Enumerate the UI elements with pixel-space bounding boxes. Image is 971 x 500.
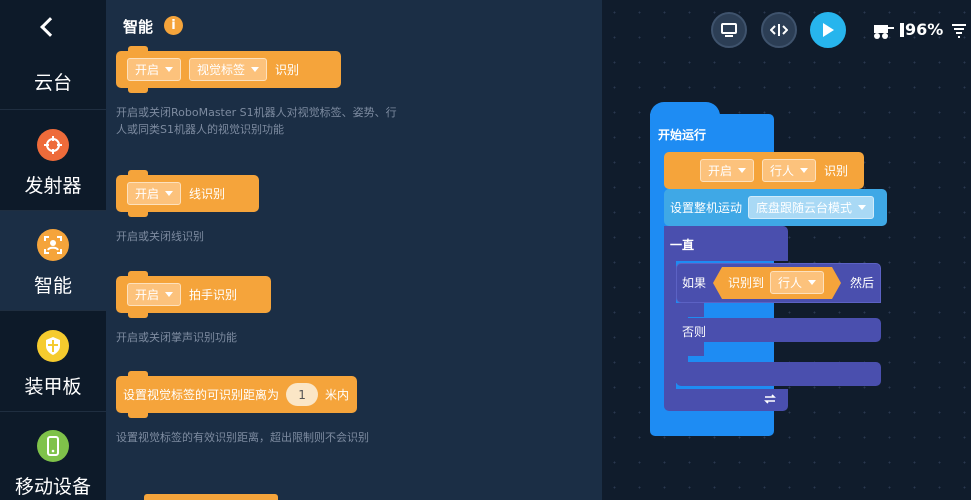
chassis-row: 设置整机运动 底盘跟随云台模式	[670, 196, 882, 219]
chassis-label: 设置整机运动	[670, 201, 743, 215]
block-description: 开启或关闭RoboMaster S1机器人对视觉标签、姿势、行人或同类S1机器人…	[116, 106, 397, 136]
block-description: 开启或关闭线识别	[116, 230, 204, 243]
repeat-icon	[764, 394, 776, 404]
monitor-button[interactable]	[711, 12, 747, 48]
sidebar-item-smart[interactable]: 智能	[0, 211, 106, 311]
sidebar-item-label: 装甲板	[24, 376, 82, 398]
toggle-dropdown[interactable]: 开启	[127, 182, 182, 205]
block-description: 开启或关闭掌声识别功能	[116, 331, 237, 344]
toggle-dropdown[interactable]: 开启	[127, 283, 182, 306]
code-workspace[interactable]: 96% 开始运行 开启 行人 识别 设置整机运动 底盘跟随云台模式 一直 如果 …	[602, 0, 971, 500]
vision-target-dropdown[interactable]: 行人	[762, 159, 817, 182]
info-icon[interactable]: i	[164, 16, 183, 35]
next-block-peek[interactable]	[144, 494, 278, 500]
block-suffix: 米内	[325, 388, 350, 402]
sidebar-item-mobile-device[interactable]: 移动设备	[0, 412, 106, 500]
vision-type-dropdown[interactable]: 视觉标签	[189, 58, 268, 81]
dropdown-arrow-icon	[165, 191, 174, 196]
chassis-mode-dropdown[interactable]: 底盘跟随云台模式	[748, 196, 875, 219]
dropdown-arrow-icon	[165, 292, 174, 297]
run-button[interactable]	[810, 12, 846, 48]
else-section	[676, 318, 881, 342]
monitor-icon	[721, 23, 737, 37]
code-toggle-icon	[770, 24, 788, 36]
line-recognition-block[interactable]: 开启 线识别	[116, 170, 259, 217]
block-palette: 智能 i 开启 视觉标签 识别 开启或关闭RoboMaster S1机器人对视觉…	[106, 0, 602, 500]
mobile-device-icon	[37, 430, 69, 462]
start-program-label: 开始运行	[658, 128, 707, 142]
play-icon	[823, 23, 834, 37]
clap-recognition-block[interactable]: 开启 拍手识别	[116, 271, 271, 318]
code-view-button[interactable]	[761, 12, 797, 48]
category-sidebar: 云台 发射器 智能 装甲板 移动设备	[0, 0, 106, 500]
condition-label: 识别到	[728, 276, 765, 290]
block-suffix: 线识别	[189, 187, 226, 201]
block-prefix: 设置视觉标签的可识别距离为	[123, 388, 280, 402]
chevron-left-icon	[40, 17, 60, 37]
palette-title: 智能	[123, 18, 154, 36]
sidebar-item-label: 移动设备	[14, 476, 91, 498]
dropdown-arrow-icon	[738, 168, 747, 173]
vision-scan-icon	[37, 229, 69, 261]
back-category-label: 云台	[33, 72, 72, 94]
if-label: 如果	[682, 276, 707, 290]
distance-value-input[interactable]: 1	[286, 383, 319, 406]
condition-row: 识别到 行人	[728, 271, 832, 294]
back-button[interactable]: 云台	[0, 0, 106, 110]
if-branch-slot	[688, 303, 704, 317]
block-suffix: 识别	[275, 63, 300, 77]
else-label: 否则	[682, 325, 707, 339]
sidebar-item-label: 智能	[33, 275, 72, 297]
dropdown-arrow-icon	[165, 67, 174, 72]
block-suffix: 识别	[824, 164, 849, 178]
vision-row: 开启 行人 识别	[700, 159, 848, 182]
battery-level-icon	[900, 23, 904, 37]
sidebar-item-armor[interactable]: 装甲板	[0, 312, 106, 412]
wifi-icon	[952, 24, 966, 38]
sidebar-item-label: 发射器	[24, 175, 82, 197]
forever-loop-arm	[664, 261, 676, 389]
block-description: 设置视觉标签的有效识别距离，超出限制则不会识别	[116, 431, 369, 444]
dropdown-arrow-icon	[858, 205, 867, 210]
vision-distance-block[interactable]: 设置视觉标签的可识别距离为 1 米内	[116, 371, 357, 418]
vision-recognition-block[interactable]: 开启 视觉标签 识别	[116, 46, 341, 93]
then-label: 然后	[850, 276, 875, 290]
forever-label: 一直	[670, 238, 695, 252]
if-else-footer	[676, 362, 881, 386]
dropdown-arrow-icon	[251, 67, 260, 72]
dropdown-arrow-icon	[808, 280, 817, 285]
dropdown-arrow-icon	[800, 168, 809, 173]
armor-shield-icon	[37, 330, 69, 362]
block-suffix: 拍手识别	[189, 288, 238, 302]
crosshair-icon	[37, 129, 69, 161]
robot-status-icon	[874, 25, 894, 39]
condition-target-dropdown[interactable]: 行人	[770, 271, 825, 294]
toggle-dropdown[interactable]: 开启	[127, 58, 182, 81]
sidebar-item-blaster[interactable]: 发射器	[0, 111, 106, 211]
battery-percentage: 96%	[905, 20, 944, 39]
toggle-dropdown[interactable]: 开启	[700, 159, 755, 182]
else-branch-slot	[688, 342, 704, 356]
